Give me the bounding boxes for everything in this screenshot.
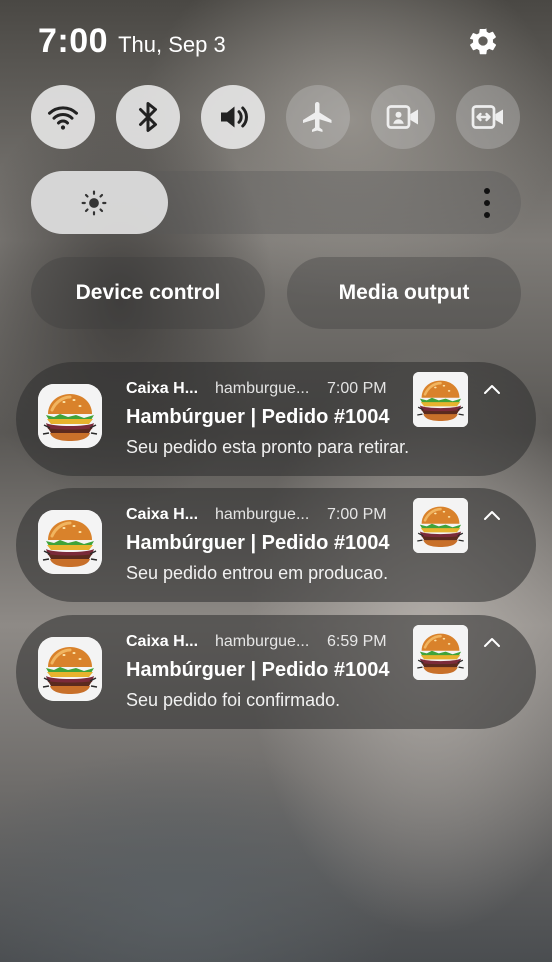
app-name: Caixa H... <box>126 506 199 523</box>
notification-image <box>413 372 468 427</box>
notification-body: Seu pedido entrou em producao. <box>126 563 389 583</box>
more-options-icon[interactable] <box>477 185 497 221</box>
clock: 7:00 <box>38 22 109 60</box>
gear-icon[interactable] <box>467 25 499 57</box>
screen-recorder-toggle[interactable] <box>371 85 435 149</box>
app-icon <box>38 510 102 574</box>
brightness-slider[interactable] <box>31 171 521 234</box>
wifi-icon <box>48 106 78 130</box>
notification-body: Seu pedido foi confirmado. <box>126 690 341 710</box>
wifi-toggle[interactable] <box>31 85 95 149</box>
smart-view-icon <box>471 105 503 129</box>
channel-name: hamburgue... <box>215 633 310 650</box>
app-name: Caixa H... <box>126 380 199 397</box>
notification-card[interactable]: Caixa H... hamburgue... 7:00 PM Hambúrgu… <box>16 488 536 602</box>
notification-time: 6:59 PM <box>327 633 387 650</box>
notification-title: Hambúrguer | Pedido #1004 <box>126 532 390 554</box>
channel-name: hamburgue... <box>215 506 310 523</box>
notification-card[interactable]: Caixa H... hamburgue... 6:59 PM Hambúrgu… <box>16 615 536 729</box>
notification-time: 7:00 PM <box>327 506 387 523</box>
channel-name: hamburgue... <box>215 380 310 397</box>
notification-time: 7:00 PM <box>327 380 387 397</box>
notification-image <box>413 498 468 553</box>
volume-icon <box>221 106 248 128</box>
sun-icon <box>81 190 107 216</box>
chevron-up-icon[interactable] <box>482 382 502 396</box>
chevron-up-icon[interactable] <box>482 508 502 522</box>
notification-image <box>413 625 468 680</box>
chevron-up-icon[interactable] <box>482 635 502 649</box>
app-icon <box>38 384 102 448</box>
app-icon <box>38 637 102 701</box>
device-control-button[interactable]: Device control <box>31 257 265 329</box>
notification-title: Hambúrguer | Pedido #1004 <box>126 659 390 681</box>
bluetooth-toggle[interactable] <box>116 85 180 149</box>
app-name: Caixa H... <box>126 633 199 650</box>
bluetooth-icon <box>139 102 157 132</box>
notification-card[interactable]: Caixa H... hamburgue... 7:00 PM Hambúrgu… <box>16 362 536 476</box>
status-bar: 7:00 Thu, Sep 3 <box>38 22 226 61</box>
quick-settings <box>31 85 521 149</box>
media-output-button[interactable]: Media output <box>287 257 521 329</box>
screen-recorder-icon <box>386 105 418 129</box>
smart-view-toggle[interactable] <box>456 85 520 149</box>
airplane-toggle[interactable] <box>286 85 350 149</box>
notification-body: Seu pedido esta pronto para retirar. <box>126 437 410 457</box>
date: Thu, Sep 3 <box>118 32 226 57</box>
notification-title: Hambúrguer | Pedido #1004 <box>126 406 390 428</box>
airplane-icon <box>303 102 332 132</box>
sound-toggle[interactable] <box>201 85 265 149</box>
